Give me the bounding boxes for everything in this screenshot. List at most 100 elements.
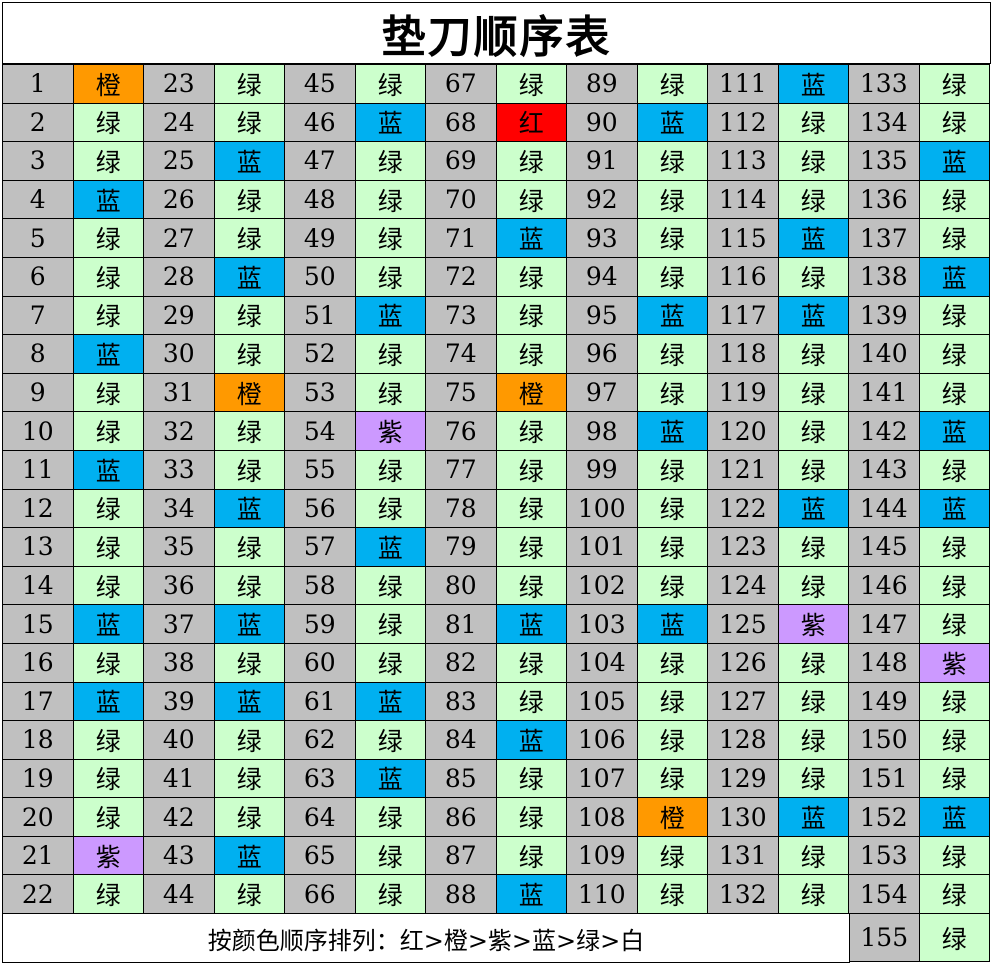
table-cell-number[interactable]: 70 <box>426 180 497 220</box>
table-cell-number[interactable]: 107 <box>567 759 638 799</box>
table-cell-number[interactable]: 25 <box>144 142 215 181</box>
table-cell-number[interactable]: 34 <box>144 489 215 529</box>
table-cell-number[interactable]: 18 <box>3 721 74 760</box>
table-cell-color[interactable]: 绿 <box>637 65 708 104</box>
table-cell-number[interactable]: 29 <box>144 296 215 336</box>
table-cell-color[interactable]: 蓝 <box>778 489 849 529</box>
table-cell-number[interactable]: 10 <box>3 412 74 451</box>
table-cell-color[interactable]: 绿 <box>919 721 990 760</box>
table-cell-number[interactable]: 51 <box>285 296 356 336</box>
table-cell-color[interactable]: 绿 <box>355 450 426 490</box>
table-cell-color[interactable]: 绿 <box>214 450 285 490</box>
table-cell-color[interactable]: 绿 <box>73 528 144 567</box>
table-cell-color[interactable]: 绿 <box>637 721 708 760</box>
table-cell-color[interactable]: 绿 <box>73 219 144 258</box>
table-cell-color[interactable]: 绿 <box>496 489 567 529</box>
table-cell-color[interactable]: 绿 <box>73 798 144 837</box>
table-cell-number[interactable]: 115 <box>708 219 779 258</box>
table-cell-number[interactable]: 58 <box>285 566 356 606</box>
table-cell-color[interactable]: 蓝 <box>214 257 285 297</box>
table-cell-number[interactable]: 144 <box>849 489 920 529</box>
table-cell-color[interactable]: 绿 <box>355 65 426 104</box>
table-cell-number[interactable]: 73 <box>426 296 497 336</box>
table-cell-number[interactable]: 80 <box>426 566 497 606</box>
table-cell-color[interactable]: 绿 <box>637 257 708 297</box>
table-cell-number[interactable]: 137 <box>849 219 920 258</box>
table-cell-number[interactable]: 39 <box>144 682 215 722</box>
table-cell-color[interactable]: 绿 <box>73 142 144 181</box>
table-cell-number[interactable]: 114 <box>708 180 779 220</box>
table-cell-color[interactable]: 蓝 <box>637 605 708 644</box>
table-cell-color[interactable]: 绿 <box>919 875 990 915</box>
table-cell-number[interactable]: 143 <box>849 450 920 490</box>
table-cell-number[interactable]: 113 <box>708 142 779 181</box>
table-cell-number[interactable]: 99 <box>567 450 638 490</box>
table-cell-number[interactable]: 97 <box>567 373 638 413</box>
table-cell-number[interactable]: 12 <box>3 489 74 529</box>
table-cell-number[interactable]: 101 <box>567 528 638 567</box>
table-cell-color[interactable]: 绿 <box>355 219 426 258</box>
table-cell-number[interactable]: 5 <box>3 219 74 258</box>
table-cell-number[interactable]: 105 <box>567 682 638 722</box>
table-cell-number[interactable]: 41 <box>144 759 215 799</box>
table-cell-color[interactable]: 绿 <box>496 142 567 181</box>
table-cell-color[interactable]: 绿 <box>496 643 567 683</box>
table-cell-color[interactable]: 绿 <box>214 798 285 837</box>
table-cell-number[interactable]: 84 <box>426 721 497 760</box>
table-cell-number[interactable]: 134 <box>849 103 920 143</box>
table-cell-number[interactable]: 68 <box>426 103 497 143</box>
table-cell-color[interactable]: 橙 <box>214 373 285 413</box>
table-cell-number[interactable]: 32 <box>144 412 215 451</box>
table-cell-number[interactable]: 16 <box>3 643 74 683</box>
table-cell-number[interactable]: 64 <box>285 798 356 837</box>
table-cell-color[interactable]: 蓝 <box>778 798 849 837</box>
table-cell-color[interactable]: 绿 <box>355 798 426 837</box>
table-cell-number[interactable]: 90 <box>567 103 638 143</box>
table-cell-number[interactable]: 100 <box>567 489 638 529</box>
table-cell-number[interactable]: 145 <box>849 528 920 567</box>
table-cell-color[interactable]: 蓝 <box>496 875 567 915</box>
table-cell-color[interactable]: 紫 <box>919 643 990 683</box>
table-cell-color[interactable]: 绿 <box>778 412 849 451</box>
table-cell-number[interactable]: 126 <box>708 643 779 683</box>
table-cell-number[interactable]: 47 <box>285 142 356 181</box>
table-cell-color[interactable]: 绿 <box>637 528 708 567</box>
table-cell-color[interactable]: 绿 <box>637 566 708 606</box>
table-cell-number[interactable]: 103 <box>567 605 638 644</box>
table-cell-color[interactable]: 绿 <box>637 875 708 915</box>
table-cell-color[interactable]: 绿 <box>778 759 849 799</box>
table-cell-number[interactable]: 120 <box>708 412 779 451</box>
table-cell-number[interactable]: 108 <box>567 798 638 837</box>
table-cell-number[interactable]: 139 <box>849 296 920 336</box>
table-cell-color[interactable]: 绿 <box>778 257 849 297</box>
table-cell-color[interactable]: 蓝 <box>73 450 144 490</box>
table-cell-color[interactable]: 绿 <box>637 836 708 876</box>
table-cell-number[interactable]: 55 <box>285 450 356 490</box>
table-cell-color[interactable]: 绿 <box>73 566 144 606</box>
table-cell-number[interactable]: 43 <box>144 836 215 876</box>
table-cell-number[interactable]: 20 <box>3 798 74 837</box>
table-cell-color[interactable]: 绿 <box>637 489 708 529</box>
table-cell-number[interactable]: 56 <box>285 489 356 529</box>
table-cell-color[interactable]: 蓝 <box>778 219 849 258</box>
table-cell-color[interactable]: 绿 <box>919 528 990 567</box>
table-cell-color[interactable]: 蓝 <box>919 412 990 451</box>
table-cell-number[interactable]: 129 <box>708 759 779 799</box>
table-cell-number[interactable]: 76 <box>426 412 497 451</box>
table-cell-number[interactable]: 79 <box>426 528 497 567</box>
table-cell-color[interactable]: 绿 <box>496 759 567 799</box>
table-cell-color[interactable]: 绿 <box>778 836 849 876</box>
table-cell-number[interactable]: 125 <box>708 605 779 644</box>
table-cell-number[interactable]: 127 <box>708 682 779 722</box>
table-cell-number[interactable]: 106 <box>567 721 638 760</box>
table-cell-number[interactable]: 122 <box>708 489 779 529</box>
table-cell-number[interactable]: 15 <box>3 605 74 644</box>
table-cell-color[interactable]: 绿 <box>355 489 426 529</box>
table-cell-color[interactable]: 紫 <box>73 836 144 876</box>
table-cell-number[interactable]: 111 <box>708 65 779 104</box>
table-cell-color[interactable]: 绿 <box>496 798 567 837</box>
table-cell-number[interactable]: 117 <box>708 296 779 336</box>
table-cell-number[interactable]: 128 <box>708 721 779 760</box>
table-cell-number[interactable]: 23 <box>144 65 215 104</box>
table-cell-number[interactable]: 116 <box>708 257 779 297</box>
